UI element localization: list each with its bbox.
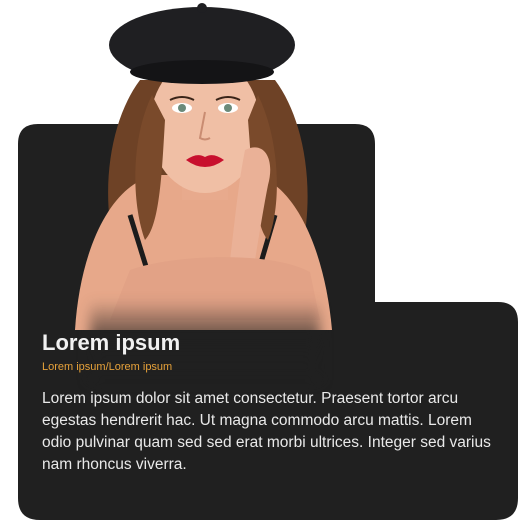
card-content: Lorem ipsum Lorem ipsum/Lorem ipsum Lore… [42,330,497,476]
card-subtitle: Lorem ipsum/Lorem ipsum [42,361,173,373]
profile-card: Lorem ipsum Lorem ipsum/Lorem ipsum Lore… [0,0,518,526]
card-title: Lorem ipsum [42,330,181,355]
card-description: Lorem ipsum dolor sit amet consectetur. … [42,390,491,473]
portrait-image [75,3,332,330]
